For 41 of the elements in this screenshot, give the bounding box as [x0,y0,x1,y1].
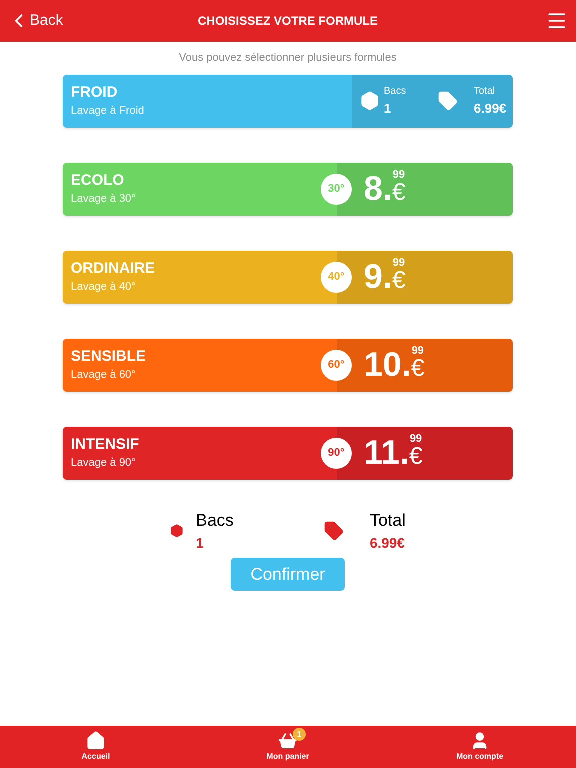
nav-item[interactable]: Accueil [36,731,156,763]
formula-name: FROID [71,82,119,103]
bacs-count: 1 [196,534,205,553]
bacs-count: 1 [384,100,392,118]
tag-icon [324,520,344,541]
formula-description: Lavage à 60° [71,368,137,383]
temperature-badge: 30° [321,174,352,204]
nav-item[interactable]: Mon compte [420,731,540,763]
temperature-badge: 60° [321,350,352,380]
bacs-label: Bacs [384,84,408,99]
price-cents: 99 [392,258,406,268]
total-amount: 6.99€ [370,534,406,553]
temperature-badge: 90° [321,438,352,468]
subtitle: Vous pouvez sélectionner plusieurs formules [179,51,397,66]
price-cents: 99 [412,346,424,356]
temperature-badge: 40° [321,262,352,292]
formula-description: Lavage à 30° [71,192,137,207]
price-cents: 99 [410,434,422,444]
formula-description: Lavage à Froid [71,104,146,119]
currency-symbol: € [392,180,406,204]
home-icon [86,731,106,751]
currency-symbol: € [392,268,406,292]
formula-description: Lavage à 90° [71,456,137,471]
price-amount: 10. [364,348,412,382]
price-cents: 99 [392,170,406,180]
bacs-label: Bacs [196,510,234,532]
back-button[interactable]: Back [8,10,78,32]
cart-badge: 1 [293,728,306,741]
total-amount: 6.99€ [474,100,507,118]
price-amount: 8. [364,172,392,206]
tag-icon [438,91,458,111]
currency-symbol: € [409,444,423,468]
page-title: CHOISISSEZ VOTRE FORMULE [198,13,378,30]
nav-item[interactable]: 1 Mon panier [228,731,348,763]
price-amount: 9. [364,260,392,294]
currency-symbol: € [411,356,425,380]
total-label: Total [370,510,406,532]
formula-card[interactable]: FROID Lavage à Froid Bacs 1 Total 6.99€ [63,74,513,128]
total-label: Total [474,84,496,99]
price-amount: 11. [364,436,410,470]
formula-description: Lavage à 40° [71,280,137,295]
